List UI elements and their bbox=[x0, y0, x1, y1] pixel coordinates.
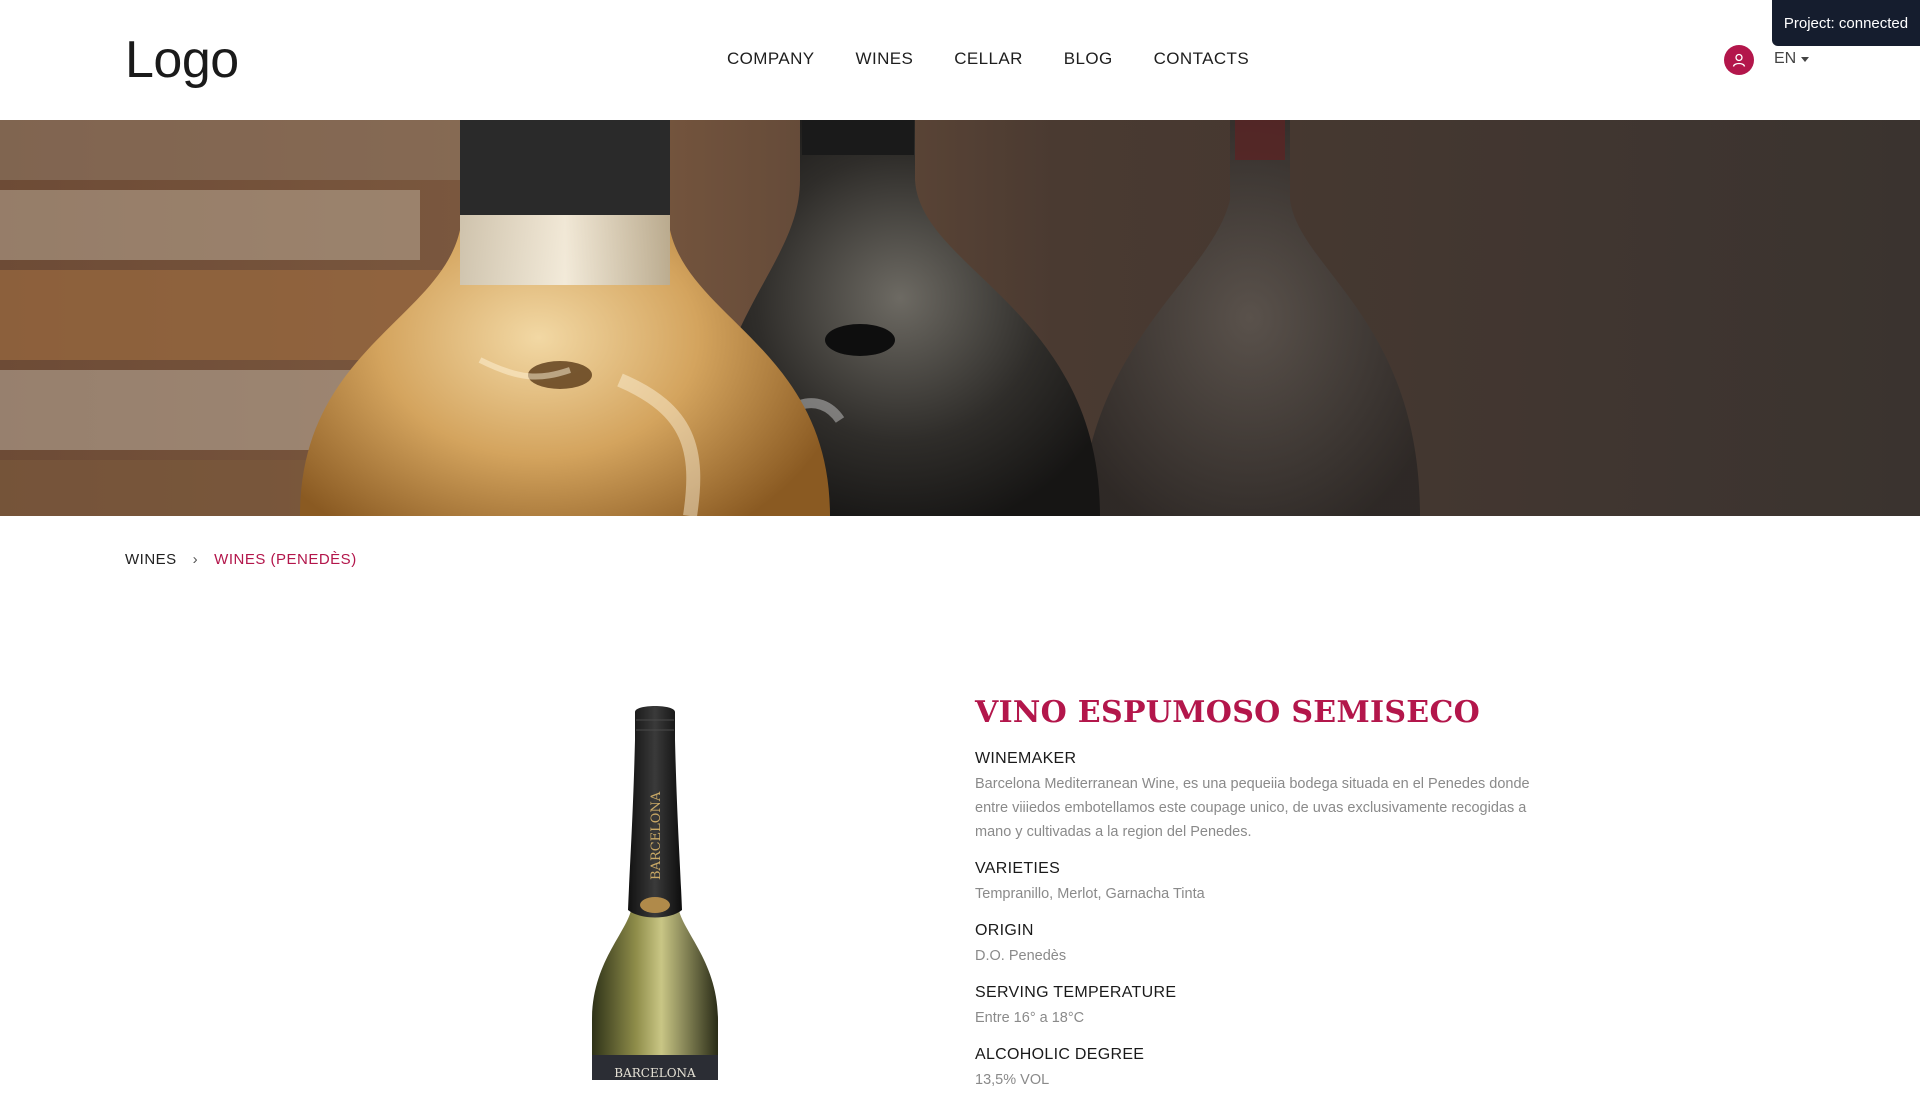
caret-down-icon bbox=[1801, 56, 1810, 62]
detail-value: 13,5% VOL bbox=[975, 1072, 1050, 1088]
detail-value: Barcelona Mediterranean Wine, es una peq… bbox=[975, 776, 1530, 840]
detail-value: Tempranillo, Merlot, Garnacha Tinta bbox=[975, 886, 1205, 902]
detail-label: WINEMAKER bbox=[975, 750, 1077, 767]
product-details: VINO ESPUMOSO SEMISECO WINEMAKER Barcelo… bbox=[975, 695, 1555, 1108]
site-header: Logo COMPANY WINES CELLAR BLOG CONTACTS … bbox=[0, 0, 1920, 120]
detail-varieties: VARIETIES Tempranillo, Merlot, Garnacha … bbox=[975, 860, 1555, 906]
detail-winemaker: WINEMAKER Barcelona Mediterranean Wine, … bbox=[975, 750, 1555, 844]
detail-origin: ORIGIN D.O. Penedès bbox=[975, 922, 1555, 968]
language-selector[interactable]: EN bbox=[1774, 50, 1810, 68]
bottle-neck-label: BARCELONA bbox=[649, 791, 664, 880]
nav-item-company[interactable]: COMPANY bbox=[727, 49, 815, 69]
detail-value: D.O. Penedès bbox=[975, 948, 1067, 964]
hero-bottles-image bbox=[0, 120, 1920, 516]
detail-label: ORIGIN bbox=[975, 922, 1034, 939]
breadcrumb-item-wines[interactable]: WINES bbox=[125, 551, 177, 568]
user-icon bbox=[1732, 53, 1746, 67]
detail-label: VARIETIES bbox=[975, 860, 1061, 877]
detail-label: ALCOHOLIC DEGREE bbox=[975, 1046, 1145, 1063]
nav-item-contacts[interactable]: CONTACTS bbox=[1154, 49, 1249, 69]
main-nav: COMPANY WINES CELLAR BLOG CONTACTS bbox=[727, 49, 1290, 69]
nav-item-cellar[interactable]: CELLAR bbox=[954, 49, 1023, 69]
user-account-button[interactable] bbox=[1724, 45, 1754, 75]
nav-item-blog[interactable]: BLOG bbox=[1064, 49, 1113, 69]
detail-alcoholic-degree: ALCOHOLIC DEGREE 13,5% VOL bbox=[975, 1046, 1555, 1092]
breadcrumb: WINES › WINES (PENEDÈS) bbox=[125, 551, 357, 568]
nav-item-wines[interactable]: WINES bbox=[856, 49, 914, 69]
detail-serving-temperature: SERVING TEMPERATURE Entre 16° a 18°C bbox=[975, 984, 1555, 1030]
status-badge: Project: connected bbox=[1772, 0, 1920, 46]
chevron-right-icon: › bbox=[192, 551, 199, 568]
bottle-front-label: BARCELONA bbox=[614, 1066, 696, 1080]
breadcrumb-item-current: WINES (PENEDÈS) bbox=[214, 551, 357, 568]
site-logo[interactable]: Logo bbox=[125, 30, 239, 90]
detail-label: SERVING TEMPERATURE bbox=[975, 984, 1177, 1001]
product-image: BARCELONA BARCELONA bbox=[570, 700, 740, 1080]
product-title: VINO ESPUMOSO SEMISECO bbox=[975, 695, 1481, 730]
language-label: EN bbox=[1774, 50, 1797, 67]
detail-value: Entre 16° a 18°C bbox=[975, 1010, 1085, 1026]
hero-banner bbox=[0, 120, 1920, 516]
